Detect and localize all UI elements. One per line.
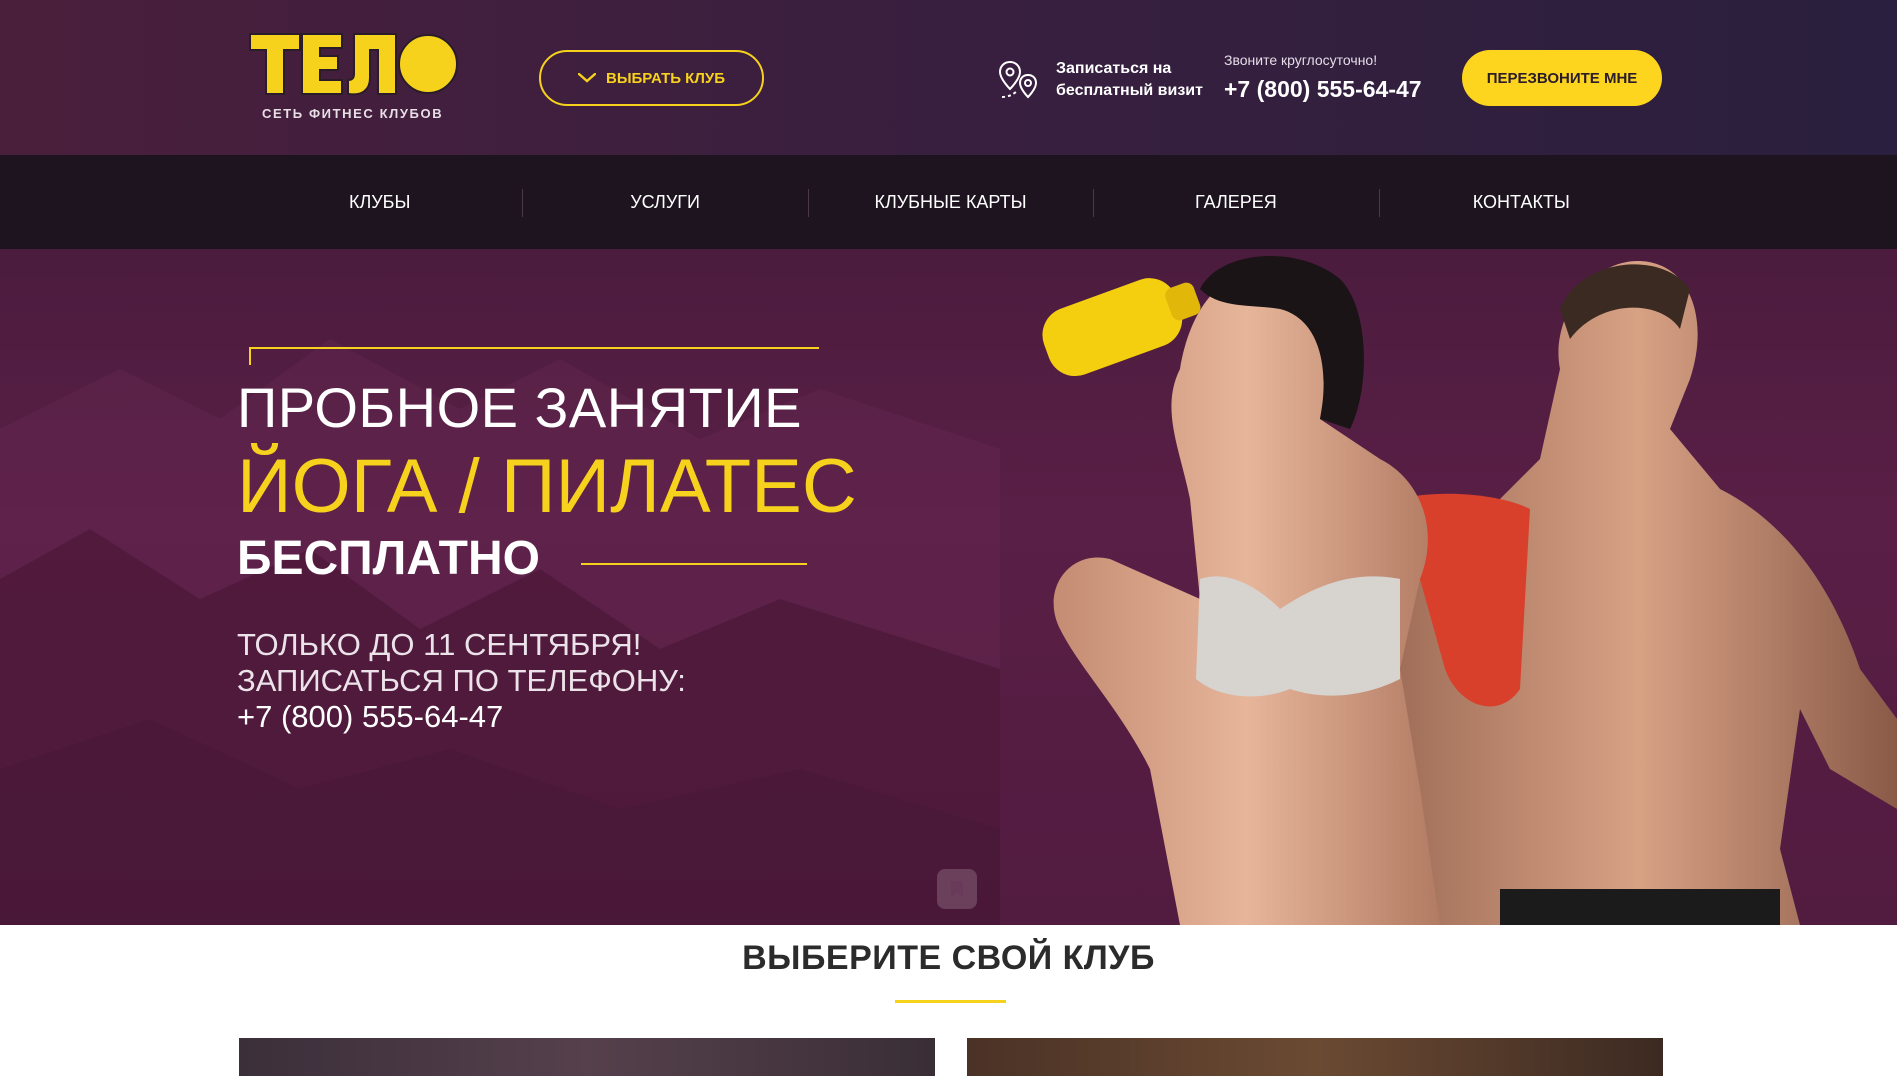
clubs-title-underline (895, 1000, 1006, 1003)
hero-title-yoga: ЙОГА / ПИЛАТЕС (237, 444, 857, 529)
select-club-label: ВЫБРАТЬ КЛУБ (606, 69, 725, 87)
nav-item-services[interactable]: УСЛУГИ (522, 155, 807, 249)
bookmark-icon (951, 881, 963, 897)
clubs-section: ВЫБЕРИТЕ СВОЙ КЛУБ (0, 925, 1897, 1076)
hero-title-free: БЕСПЛАТНО (237, 532, 540, 585)
athletes-image (1042, 256, 1897, 925)
nav-item-gallery[interactable]: ГАЛЕРЕЯ (1093, 155, 1378, 249)
logo[interactable]: СЕТЬ ФИТНЕС КЛУБОВ (248, 30, 458, 124)
club-card[interactable] (239, 1038, 935, 1076)
main-nav: КЛУБЫ УСЛУГИ КЛУБНЫЕ КАРТЫ ГАЛЕРЕЯ КОНТА… (0, 155, 1897, 249)
free-visit-line1: Записаться на (1056, 60, 1172, 77)
hero-text-block: ПРОБНОЕ ЗАНЯТИЕ ЙОГА / ПИЛАТЕС БЕСПЛАТНО… (237, 249, 857, 925)
hero-mid-rule (581, 563, 807, 565)
site-header: СЕТЬ ФИТНЕС КЛУБОВ ВЫБРАТЬ КЛУБ Записать… (0, 0, 1897, 155)
main-nav-list: КЛУБЫ УСЛУГИ КЛУБНЫЕ КАРТЫ ГАЛЕРЕЯ КОНТА… (237, 155, 1664, 249)
clubs-title: ВЫБЕРИТЕ СВОЙ КЛУБ (742, 939, 1155, 977)
phone-note: Звоните круглосуточно! (1224, 52, 1378, 68)
free-visit-text: Записаться на бесплатный визит (1056, 58, 1216, 102)
logo-subtitle: СЕТЬ ФИТНЕС КЛУБОВ (262, 106, 444, 121)
free-visit-link[interactable]: Записаться на бесплатный визит (998, 58, 1216, 102)
callback-button[interactable]: ПЕРЕЗВОНИТЕ МНЕ (1462, 50, 1662, 106)
hero-title-trial: ПРОБНОЕ ЗАНЯТИЕ (237, 376, 802, 439)
hero-phone[interactable]: +7 (800) 555-64-47 (237, 699, 503, 735)
slider-bookmark-button[interactable] (937, 869, 977, 909)
free-visit-line2: бесплатный визит (1056, 82, 1203, 99)
hero-banner: ПРОБНОЕ ЗАНЯТИЕ ЙОГА / ПИЛАТЕС БЕСПЛАТНО… (0, 249, 1897, 925)
hero-call-text: ЗАПИСАТЬСЯ ПО ТЕЛЕФОНУ: (237, 663, 686, 698)
logo-mark (249, 33, 458, 96)
chevron-down-icon (578, 73, 596, 83)
header-phone-link[interactable]: +7 (800) 555-64-47 (1224, 76, 1422, 103)
nav-item-club-cards[interactable]: КЛУБНЫЕ КАРТЫ (807, 155, 1093, 249)
nav-item-contacts[interactable]: КОНТАКТЫ (1378, 155, 1664, 249)
hero-top-rule-tick (249, 347, 251, 365)
nav-item-clubs[interactable]: КЛУБЫ (237, 155, 522, 249)
map-pin-route-icon (998, 60, 1038, 99)
hero-deadline: ТОЛЬКО ДО 11 СЕНТЯБРЯ! (237, 627, 642, 662)
hero-top-rule (249, 347, 819, 349)
select-club-button[interactable]: ВЫБРАТЬ КЛУБ (539, 50, 764, 106)
club-card[interactable] (967, 1038, 1663, 1076)
phone-block: Звоните круглосуточно! +7 (800) 555-64-4… (1224, 52, 1422, 103)
